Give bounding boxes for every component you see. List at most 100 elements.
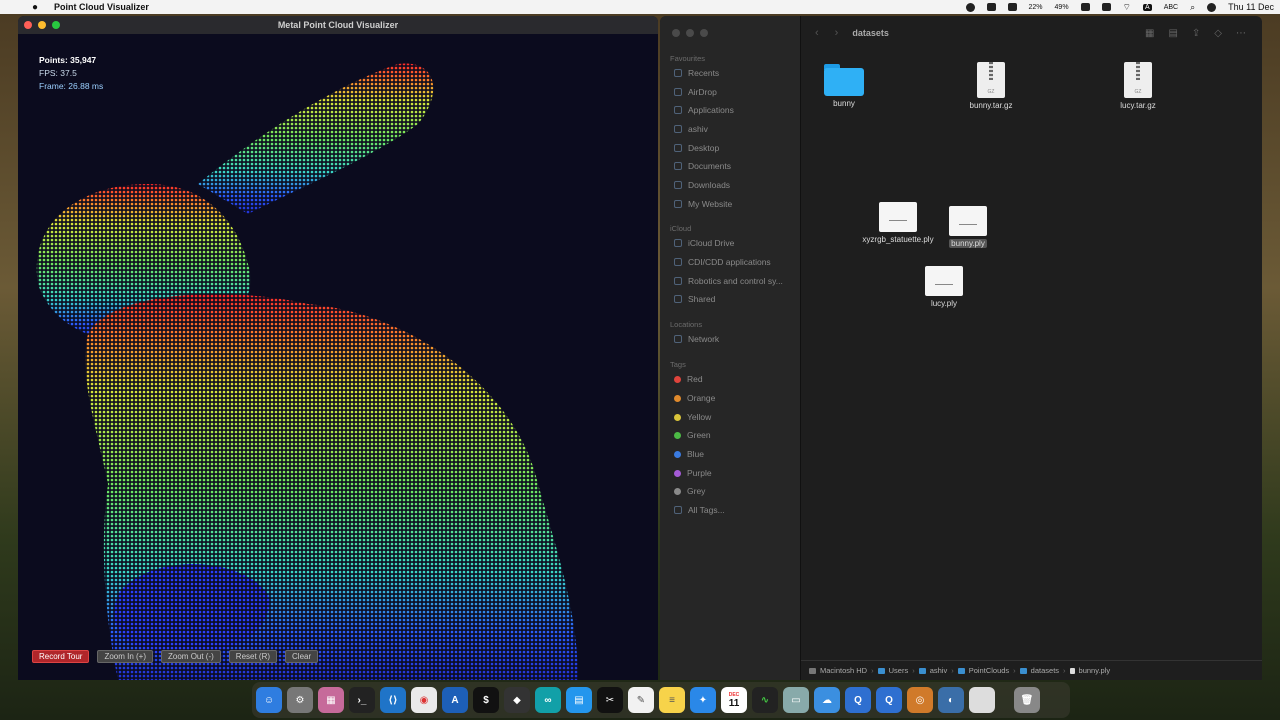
- sidebar-item-my-website[interactable]: My Website: [674, 199, 732, 209]
- path-segment[interactable]: PointClouds: [969, 666, 1009, 675]
- file-lucy-tar[interactable]: GZ lucy.tar.gz: [1108, 62, 1168, 110]
- preview-app-icon[interactable]: ▭: [783, 687, 809, 713]
- qt-creator-app-icon[interactable]: Q: [845, 687, 871, 713]
- path-segment[interactable]: ashiv: [930, 666, 948, 675]
- trash-icon[interactable]: 🗑: [1014, 687, 1040, 713]
- zoom-in-button[interactable]: Zoom In (+): [97, 650, 154, 663]
- minimize-icon[interactable]: [38, 21, 46, 29]
- back-icon[interactable]: ‹: [815, 27, 819, 39]
- screen-mirror-icon[interactable]: [1101, 3, 1111, 11]
- path-separator: ›: [1063, 666, 1066, 675]
- sidebar-tag-green[interactable]: Green: [674, 430, 711, 440]
- more-actions-icon[interactable]: ⋯: [1236, 28, 1246, 39]
- record-status-icon[interactable]: [965, 2, 975, 12]
- visualizer-titlebar[interactable]: Metal Point Cloud Visualizer: [18, 16, 658, 34]
- share-icon[interactable]: ⇪: [1192, 28, 1200, 39]
- console-app-icon[interactable]: $: [473, 687, 499, 713]
- sidebar-item-downloads[interactable]: Downloads: [674, 180, 730, 190]
- path-segment[interactable]: Users: [889, 666, 909, 675]
- sidebar-tag-grey[interactable]: Grey: [674, 486, 705, 496]
- proxyman-app-icon[interactable]: ◐: [938, 687, 964, 713]
- path-segment[interactable]: Macintosh HD: [820, 666, 867, 675]
- xcode-instruments-app-icon[interactable]: A: [442, 687, 468, 713]
- sidebar-item-cdi-cdd[interactable]: CDI/CDD applications: [674, 257, 771, 267]
- sidebar-tag-blue[interactable]: Blue: [674, 449, 704, 459]
- folder-icon: [674, 200, 682, 208]
- fullscreen-icon[interactable]: [52, 21, 60, 29]
- sidebar-all-tags[interactable]: All Tags...: [674, 505, 725, 515]
- sidebar-tag-purple[interactable]: Purple: [674, 468, 712, 478]
- home-icon: [674, 125, 682, 133]
- search-icon[interactable]: ⌕: [1190, 2, 1195, 13]
- sidebar-item-applications[interactable]: Applications: [674, 105, 734, 115]
- minimize-icon[interactable]: [686, 29, 694, 37]
- safari-app-icon[interactable]: ✦: [690, 687, 716, 713]
- qt-designer-app-icon[interactable]: Q: [876, 687, 902, 713]
- clear-button[interactable]: Clear: [285, 650, 319, 663]
- sidebar-tag-orange[interactable]: Orange: [674, 393, 715, 403]
- forward-icon[interactable]: ›: [835, 27, 839, 39]
- vscode-app-icon[interactable]: ⟨⟩: [380, 687, 406, 713]
- document-icon: [674, 162, 682, 170]
- file-bunny-ply[interactable]: bunny.ply: [942, 206, 994, 248]
- tag-icon[interactable]: ◇: [1214, 28, 1222, 39]
- menubar-clock[interactable]: Thu 11 Dec: [1228, 2, 1274, 12]
- path-separator: ›: [951, 666, 954, 675]
- terminal-app-icon[interactable]: ›_: [349, 687, 375, 713]
- file-bunny-tar[interactable]: GZ bunny.tar.gz: [960, 62, 1022, 110]
- chrome-app-icon[interactable]: ◉: [411, 687, 437, 713]
- fullscreen-icon[interactable]: [700, 29, 708, 37]
- close-icon[interactable]: [672, 29, 680, 37]
- sidebar-item-icloud-drive[interactable]: iCloud Drive: [674, 238, 734, 248]
- activity-monitor-app-icon[interactable]: ∿: [752, 687, 778, 713]
- point-cloud-canvas[interactable]: [18, 34, 658, 680]
- calendar-app-icon[interactable]: DEC 11: [721, 687, 747, 713]
- sidebar-item-home[interactable]: ashiv: [674, 124, 708, 134]
- reset-button[interactable]: Reset (R): [228, 650, 278, 663]
- arduino-app-icon[interactable]: ∞: [535, 687, 561, 713]
- control-center-icon[interactable]: [1207, 2, 1217, 12]
- apple-menu-icon[interactable]: ●: [32, 2, 42, 13]
- sidebar-tag-red[interactable]: Red: [674, 374, 703, 384]
- blender-app-icon[interactable]: ◎: [907, 687, 933, 713]
- input-source-icon[interactable]: A: [1143, 3, 1152, 11]
- file-xyzrgb-statuette[interactable]: xyzrgb_statuette.ply: [862, 202, 934, 244]
- volume-icon[interactable]: [1007, 3, 1017, 11]
- view-mode-icon[interactable]: ▦: [1145, 28, 1154, 39]
- blank-window-app-icon[interactable]: [969, 687, 995, 713]
- zoom-out-button[interactable]: Zoom Out (-): [161, 650, 221, 663]
- settings-app-icon[interactable]: ⚙: [287, 687, 313, 713]
- sidebar-tag-yellow[interactable]: Yellow: [674, 412, 711, 422]
- sidebar-item-recents[interactable]: Recents: [674, 68, 719, 78]
- sidebar-item-documents[interactable]: Documents: [674, 161, 731, 171]
- yellow-tag-icon: [674, 413, 681, 421]
- input-source-label[interactable]: ABC: [1164, 4, 1178, 11]
- sidebar-item-shared[interactable]: Shared: [674, 294, 715, 304]
- file-lucy-ply[interactable]: lucy.ply: [918, 266, 970, 308]
- textedit-app-icon[interactable]: ✎: [628, 687, 654, 713]
- capcut-app-icon[interactable]: ✂: [597, 687, 623, 713]
- launchpad-app-icon[interactable]: ▦: [318, 687, 344, 713]
- app-menu-name[interactable]: Point Cloud Visualizer: [54, 2, 149, 12]
- unity-app-icon[interactable]: ◆: [504, 687, 530, 713]
- group-icon[interactable]: ▤: [1168, 28, 1177, 39]
- path-segment[interactable]: datasets: [1031, 666, 1059, 675]
- close-icon[interactable]: [24, 21, 32, 29]
- record-tour-button[interactable]: Record Tour: [32, 650, 90, 663]
- battery-status[interactable]: 49%: [1055, 4, 1069, 11]
- path-segment[interactable]: bunny.ply: [1079, 666, 1111, 675]
- cpu-status[interactable]: 22%: [1029, 4, 1043, 11]
- wifi-icon[interactable]: ⌔: [1123, 2, 1131, 13]
- finder-toolbar: ‹ › datasets ▦ ▤ ⇪ ◇ ⋯: [801, 16, 1262, 50]
- sidebar-item-robotics[interactable]: Robotics and control sy...: [674, 276, 783, 286]
- notes-app-icon[interactable]: ≡: [659, 687, 685, 713]
- sidebar-item-desktop[interactable]: Desktop: [674, 143, 719, 153]
- sidebar-item-network[interactable]: Network: [674, 334, 719, 344]
- sidebar-item-airdrop[interactable]: AirDrop: [674, 87, 717, 97]
- file-bunny-folder[interactable]: bunny: [814, 64, 874, 108]
- finder-app-icon[interactable]: ☺: [256, 687, 282, 713]
- weather-app-icon[interactable]: ☁: [814, 687, 840, 713]
- display-icon[interactable]: [1080, 3, 1090, 11]
- extension-icon[interactable]: [986, 3, 996, 11]
- docker-app-icon[interactable]: ▤: [566, 687, 592, 713]
